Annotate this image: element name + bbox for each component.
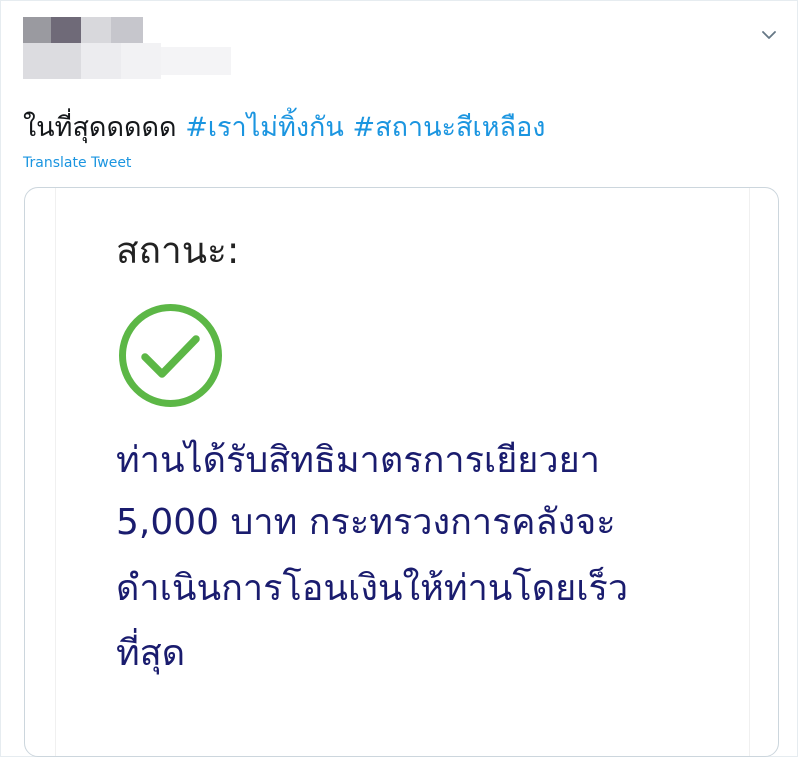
status-message-line-4: ที่สุด [116, 633, 186, 674]
blurred-user-info [23, 17, 233, 81]
status-message-line-2: 5,000 บาท กระทรวงการคลังจะ [116, 502, 616, 543]
tweet-text: ในที่สุดดดดด #เราไม่ทิ้งกัน #สถานะสีเหลื… [23, 111, 546, 145]
status-message-line-3: ดำเนินการโอนเงินให้ท่านโดยเร็ว [116, 568, 629, 609]
status-message-line-1: ท่านได้รับสิทธิมาตรการเยียวยา [116, 440, 600, 481]
chevron-down-icon[interactable] [759, 25, 779, 45]
tweet-text-plain: ในที่สุดดดดด [23, 112, 177, 143]
status-label: สถานะ: [116, 229, 240, 272]
check-circle-icon [119, 304, 222, 407]
hashtag-link-2[interactable]: #สถานะสีเหลือง [352, 112, 545, 143]
tweet: ในที่สุดดดดด #เราไม่ทิ้งกัน #สถานะสีเหลื… [0, 0, 798, 757]
hashtag-link-1[interactable]: #เราไม่ทิ้งกัน [185, 112, 344, 143]
translate-tweet-link[interactable]: Translate Tweet [23, 154, 131, 172]
